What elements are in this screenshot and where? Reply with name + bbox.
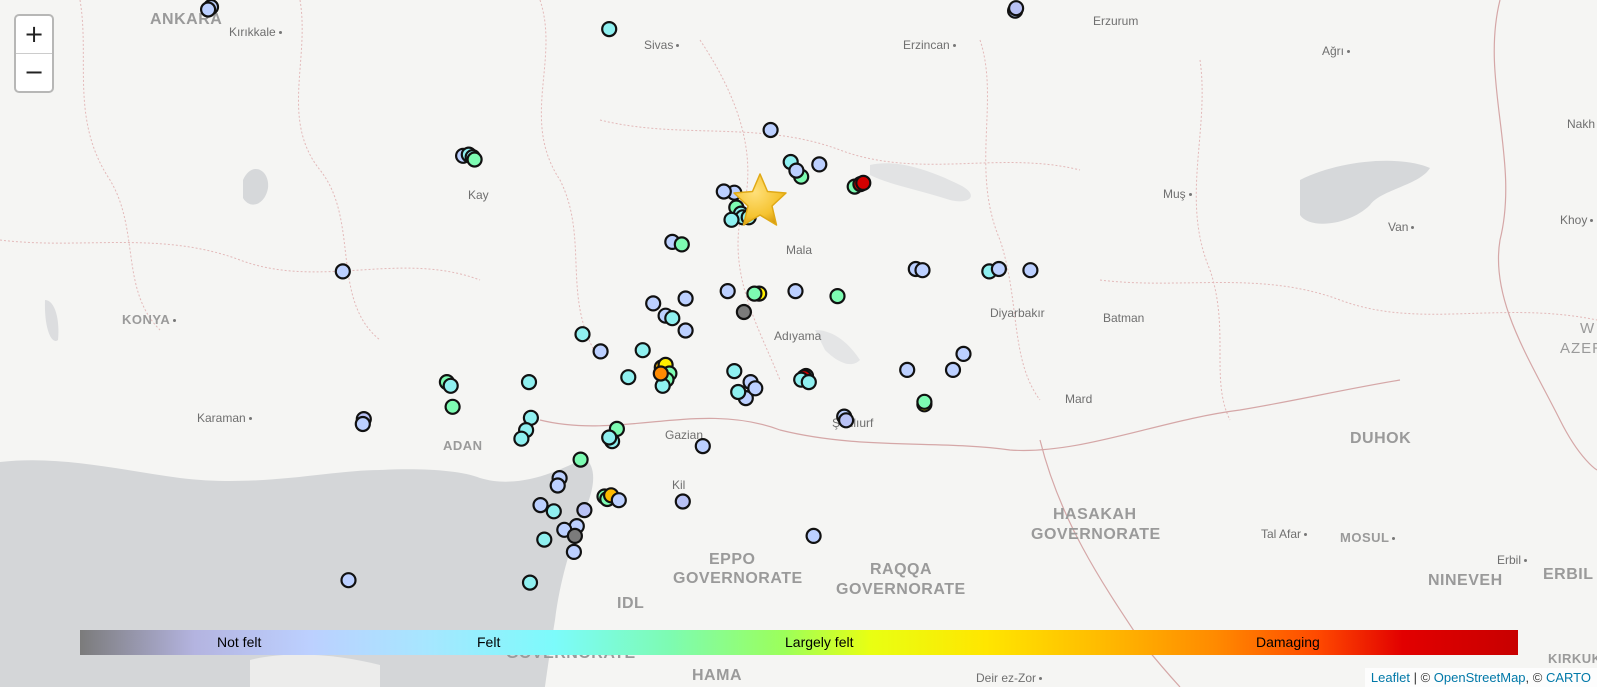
- report-marker[interactable]: [715, 183, 732, 200]
- report-marker[interactable]: [566, 527, 584, 545]
- report-marker[interactable]: [549, 477, 566, 494]
- report-marker[interactable]: [645, 295, 662, 312]
- report-marker[interactable]: [340, 572, 357, 589]
- report-marker[interactable]: [532, 497, 549, 514]
- report-marker[interactable]: [1022, 262, 1039, 279]
- report-marker[interactable]: [837, 412, 855, 429]
- report-marker[interactable]: [545, 503, 562, 520]
- leaflet-link[interactable]: Leaflet: [1371, 670, 1410, 685]
- attribution-separator: | ©: [1409, 670, 1434, 685]
- legend-felt: Felt: [477, 634, 501, 650]
- report-marker[interactable]: [747, 380, 764, 397]
- report-marker[interactable]: [1007, 0, 1025, 17]
- report-marker[interactable]: [673, 236, 690, 253]
- report-marker[interactable]: [735, 303, 753, 321]
- map-attribution: Leaflet | © OpenStreetMap, © CARTO: [1364, 668, 1597, 687]
- felt-report-markers: [200, 0, 1039, 591]
- report-marker[interactable]: [334, 263, 351, 280]
- report-marker[interactable]: [730, 383, 747, 401]
- report-marker[interactable]: [805, 527, 822, 545]
- carto-link[interactable]: CARTO: [1546, 670, 1591, 685]
- report-marker[interactable]: [829, 288, 846, 305]
- report-marker[interactable]: [521, 574, 539, 591]
- report-marker[interactable]: [677, 290, 694, 307]
- report-marker[interactable]: [444, 398, 461, 415]
- report-marker[interactable]: [677, 322, 694, 339]
- zoom-in-button[interactable]: +: [16, 16, 52, 53]
- report-marker[interactable]: [634, 342, 651, 359]
- report-marker[interactable]: [536, 531, 553, 548]
- report-marker[interactable]: [592, 343, 609, 360]
- report-marker[interactable]: [811, 156, 828, 173]
- report-marker[interactable]: [520, 374, 538, 391]
- report-marker[interactable]: [746, 285, 763, 302]
- report-marker[interactable]: [719, 283, 736, 300]
- zoom-control: + −: [14, 14, 54, 93]
- report-marker[interactable]: [652, 365, 669, 382]
- report-marker[interactable]: [914, 262, 931, 279]
- map-container[interactable]: ANKARA Kırıkkale Sivas Erzincan Erzurum …: [0, 0, 1597, 687]
- report-marker[interactable]: [855, 174, 872, 191]
- legend-damaging: Damaging: [1256, 634, 1320, 650]
- report-marker[interactable]: [726, 363, 743, 380]
- report-marker[interactable]: [944, 361, 962, 378]
- star-icon[interactable]: [730, 171, 790, 231]
- osm-link[interactable]: OpenStreetMap: [1434, 670, 1526, 685]
- report-marker[interactable]: [674, 493, 691, 510]
- report-marker[interactable]: [601, 21, 618, 38]
- report-marker[interactable]: [762, 121, 779, 139]
- legend-largely-felt: Largely felt: [785, 634, 854, 650]
- report-marker[interactable]: [916, 393, 933, 410]
- report-marker[interactable]: [466, 151, 483, 168]
- report-marker[interactable]: [955, 345, 972, 362]
- report-marker[interactable]: [601, 429, 618, 446]
- report-marker[interactable]: [565, 543, 583, 561]
- report-marker[interactable]: [610, 492, 627, 509]
- report-marker[interactable]: [787, 283, 804, 300]
- report-marker[interactable]: [694, 438, 711, 455]
- report-marker[interactable]: [664, 310, 681, 327]
- report-marker[interactable]: [788, 162, 805, 179]
- report-marker[interactable]: [990, 260, 1008, 278]
- report-marker[interactable]: [576, 502, 593, 519]
- report-marker[interactable]: [572, 451, 589, 468]
- legend-not-felt: Not felt: [217, 634, 262, 650]
- attribution-separator-2: , ©: [1525, 670, 1546, 685]
- report-marker[interactable]: [442, 377, 459, 394]
- report-marker[interactable]: [899, 361, 916, 378]
- report-marker[interactable]: [200, 1, 217, 18]
- report-marker[interactable]: [574, 326, 591, 343]
- report-marker[interactable]: [800, 374, 817, 391]
- zoom-out-button[interactable]: −: [16, 53, 52, 91]
- report-marker[interactable]: [620, 369, 637, 386]
- report-marker[interactable]: [354, 415, 371, 433]
- intensity-legend: Not felt Felt Largely felt Damaging: [80, 630, 1518, 655]
- report-marker[interactable]: [513, 430, 530, 447]
